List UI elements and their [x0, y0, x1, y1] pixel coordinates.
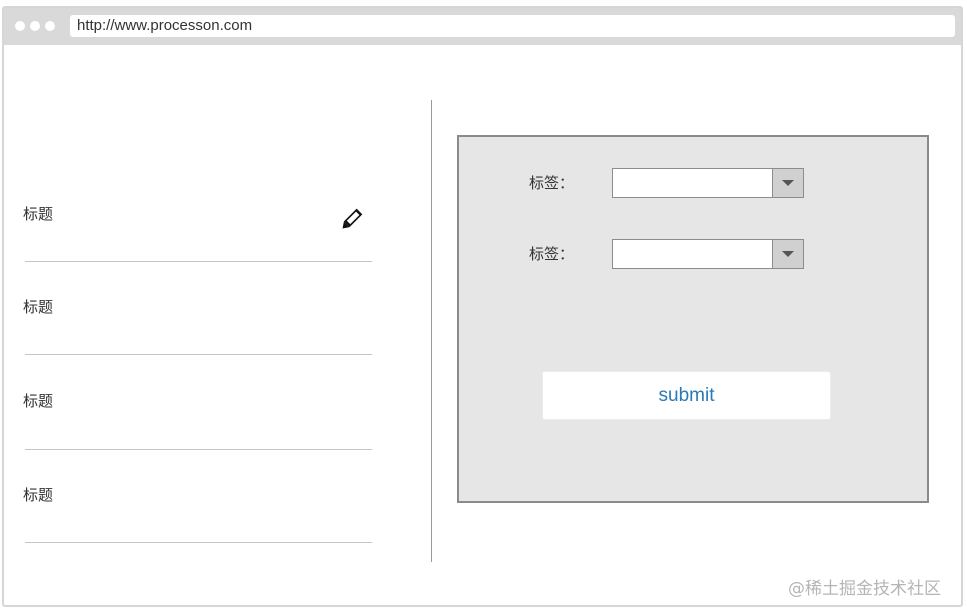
list-divider: [25, 354, 372, 355]
form-panel: 标签： 标签： submit: [457, 135, 929, 503]
submit-button[interactable]: submit: [542, 371, 831, 420]
field-label: 标签：: [529, 174, 575, 192]
dropdown-button[interactable]: [772, 240, 803, 268]
vertical-divider: [431, 100, 432, 562]
list-divider: [25, 449, 372, 450]
window-dot-icon[interactable]: [15, 21, 25, 31]
browser-chrome: http://www.processon.com: [4, 8, 961, 45]
tag-select[interactable]: [612, 168, 804, 198]
dropdown-button[interactable]: [772, 169, 803, 197]
tag-select[interactable]: [612, 239, 804, 269]
field-label: 标签：: [529, 245, 575, 263]
list-item[interactable]: 标题: [23, 387, 372, 450]
caret-down-icon: [782, 180, 794, 186]
list-divider: [25, 542, 372, 543]
list-divider: [25, 261, 372, 262]
window-dot-icon[interactable]: [30, 21, 40, 31]
caret-down-icon: [782, 251, 794, 257]
list-item-title: 标题: [23, 486, 54, 504]
list-item[interactable]: 标题: [23, 481, 372, 543]
list-item-title: 标题: [23, 205, 54, 223]
list-item-title: 标题: [23, 392, 54, 410]
pencil-icon[interactable]: [338, 207, 364, 233]
address-bar[interactable]: http://www.processon.com: [70, 15, 955, 37]
window-dot-icon[interactable]: [45, 21, 55, 31]
list-item[interactable]: 标题: [23, 200, 372, 262]
list-item-title: 标题: [23, 298, 54, 316]
watermark: @稀土掘金技术社区: [788, 579, 941, 599]
list-item[interactable]: 标题: [23, 293, 372, 355]
